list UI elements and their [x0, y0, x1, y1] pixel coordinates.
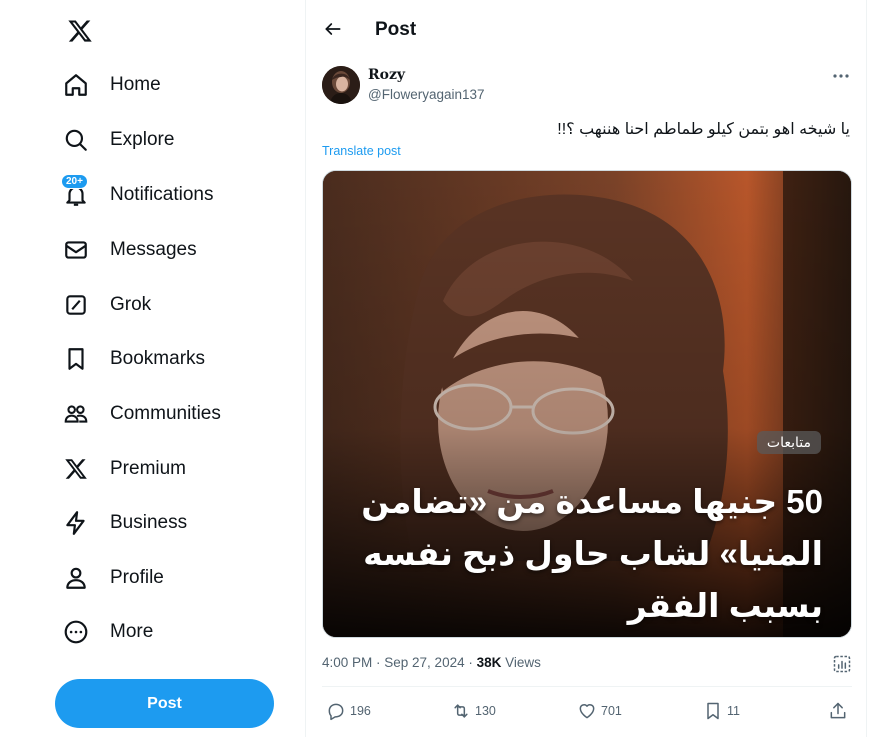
repost-button[interactable]: 130 — [451, 698, 496, 724]
sidebar-item-label: Profile — [110, 567, 164, 588]
sidebar-item-label: Bookmarks — [110, 348, 206, 369]
envelope-icon — [60, 234, 92, 266]
views-count: 38K — [476, 655, 502, 670]
like-button[interactable]: 701 — [577, 698, 622, 724]
sidebar-item-label: Notifications — [110, 184, 214, 205]
sidebar-item-label: Business — [110, 512, 188, 533]
post-button[interactable]: Post — [55, 679, 274, 728]
sidebar-item-home[interactable]: Home — [60, 61, 161, 109]
views-label: Views — [501, 655, 541, 670]
grok-icon — [60, 289, 92, 321]
header: Post — [306, 0, 866, 58]
sidebar-item-premium[interactable]: Premium — [60, 445, 186, 493]
bookmark-icon — [707, 702, 719, 720]
search-icon — [60, 124, 92, 156]
reply-button[interactable]: 196 — [326, 698, 371, 724]
sidebar-item-grok[interactable]: Grok — [60, 281, 151, 329]
post-meta: 4:00 PM · Sep 27, 2024 · 38K Views — [322, 655, 541, 670]
sidebar-item-bookmarks[interactable]: Bookmarks — [60, 335, 205, 383]
sidebar-item-more[interactable]: More — [60, 608, 153, 656]
author-name[interactable]: Rozy — [368, 67, 405, 83]
bell-icon: 20+ — [60, 174, 92, 211]
repost-count: 130 — [475, 704, 496, 718]
sidebar-item-explore[interactable]: Explore — [60, 116, 174, 164]
sidebar-item-label: Messages — [110, 239, 197, 260]
sidebar-item-profile[interactable]: Profile — [60, 554, 164, 602]
communities-icon — [60, 398, 92, 430]
action-bar: 196 130 701 11 — [306, 698, 866, 724]
sidebar: Home Explore 20+ Notifications Messages … — [0, 0, 305, 737]
reply-icon — [328, 703, 344, 721]
sidebar-item-label: Explore — [110, 129, 175, 150]
bookmark-icon — [60, 343, 92, 375]
repost-icon — [454, 704, 468, 718]
sidebar-item-label: Premium — [110, 458, 187, 479]
lightning-icon — [60, 507, 92, 539]
more-options-icon[interactable] — [830, 66, 852, 86]
author-handle[interactable]: @Floweryagain137 — [368, 87, 485, 102]
avatar[interactable] — [322, 66, 360, 104]
reply-count: 196 — [350, 704, 371, 718]
x-premium-icon — [60, 453, 92, 485]
media-tag: متابعات — [756, 431, 821, 454]
heart-icon — [579, 704, 595, 719]
notification-badge: 20+ — [61, 174, 88, 189]
sidebar-item-business[interactable]: Business — [60, 499, 187, 547]
media-headline: 50 جنيها مساعدة من «تضامن المنيا» لشاب ح… — [361, 483, 823, 624]
person-icon — [60, 562, 92, 594]
sidebar-item-communities[interactable]: Communities — [60, 390, 221, 438]
post-media-image[interactable]: متابعات 50 جنيها مساعدة من «تضامن المنيا… — [322, 170, 852, 638]
sidebar-item-label: Home — [110, 74, 161, 95]
main-column: Post Rozy @Floweryagain137 يا شيخه اهو ب… — [305, 0, 867, 737]
translate-post-link[interactable]: Translate post — [322, 144, 401, 158]
analytics-icon[interactable] — [832, 654, 852, 674]
share-icon — [830, 702, 846, 719]
more-circle-icon — [60, 616, 92, 648]
sidebar-item-notifications[interactable]: 20+ Notifications — [60, 171, 214, 219]
x-logo-icon[interactable] — [64, 15, 96, 47]
bookmark-button[interactable]: 11 — [703, 698, 740, 724]
home-icon — [60, 69, 92, 101]
sidebar-item-label: Grok — [110, 294, 152, 315]
page-title: Post — [375, 19, 417, 40]
bookmark-count: 11 — [727, 704, 740, 718]
share-button[interactable] — [828, 698, 848, 724]
sidebar-item-label: Communities — [110, 403, 221, 424]
sidebar-item-label: More — [110, 621, 154, 642]
post-timestamp[interactable]: 4:00 PM · Sep 27, 2024 · — [322, 655, 477, 670]
back-arrow-icon[interactable] — [318, 14, 348, 44]
sidebar-item-messages[interactable]: Messages — [60, 226, 197, 274]
post-text: يا شيخه اهو بتمن كيلو طماطم احنا هننهب ؟… — [557, 121, 850, 138]
divider — [322, 686, 852, 687]
like-count: 701 — [601, 704, 622, 718]
